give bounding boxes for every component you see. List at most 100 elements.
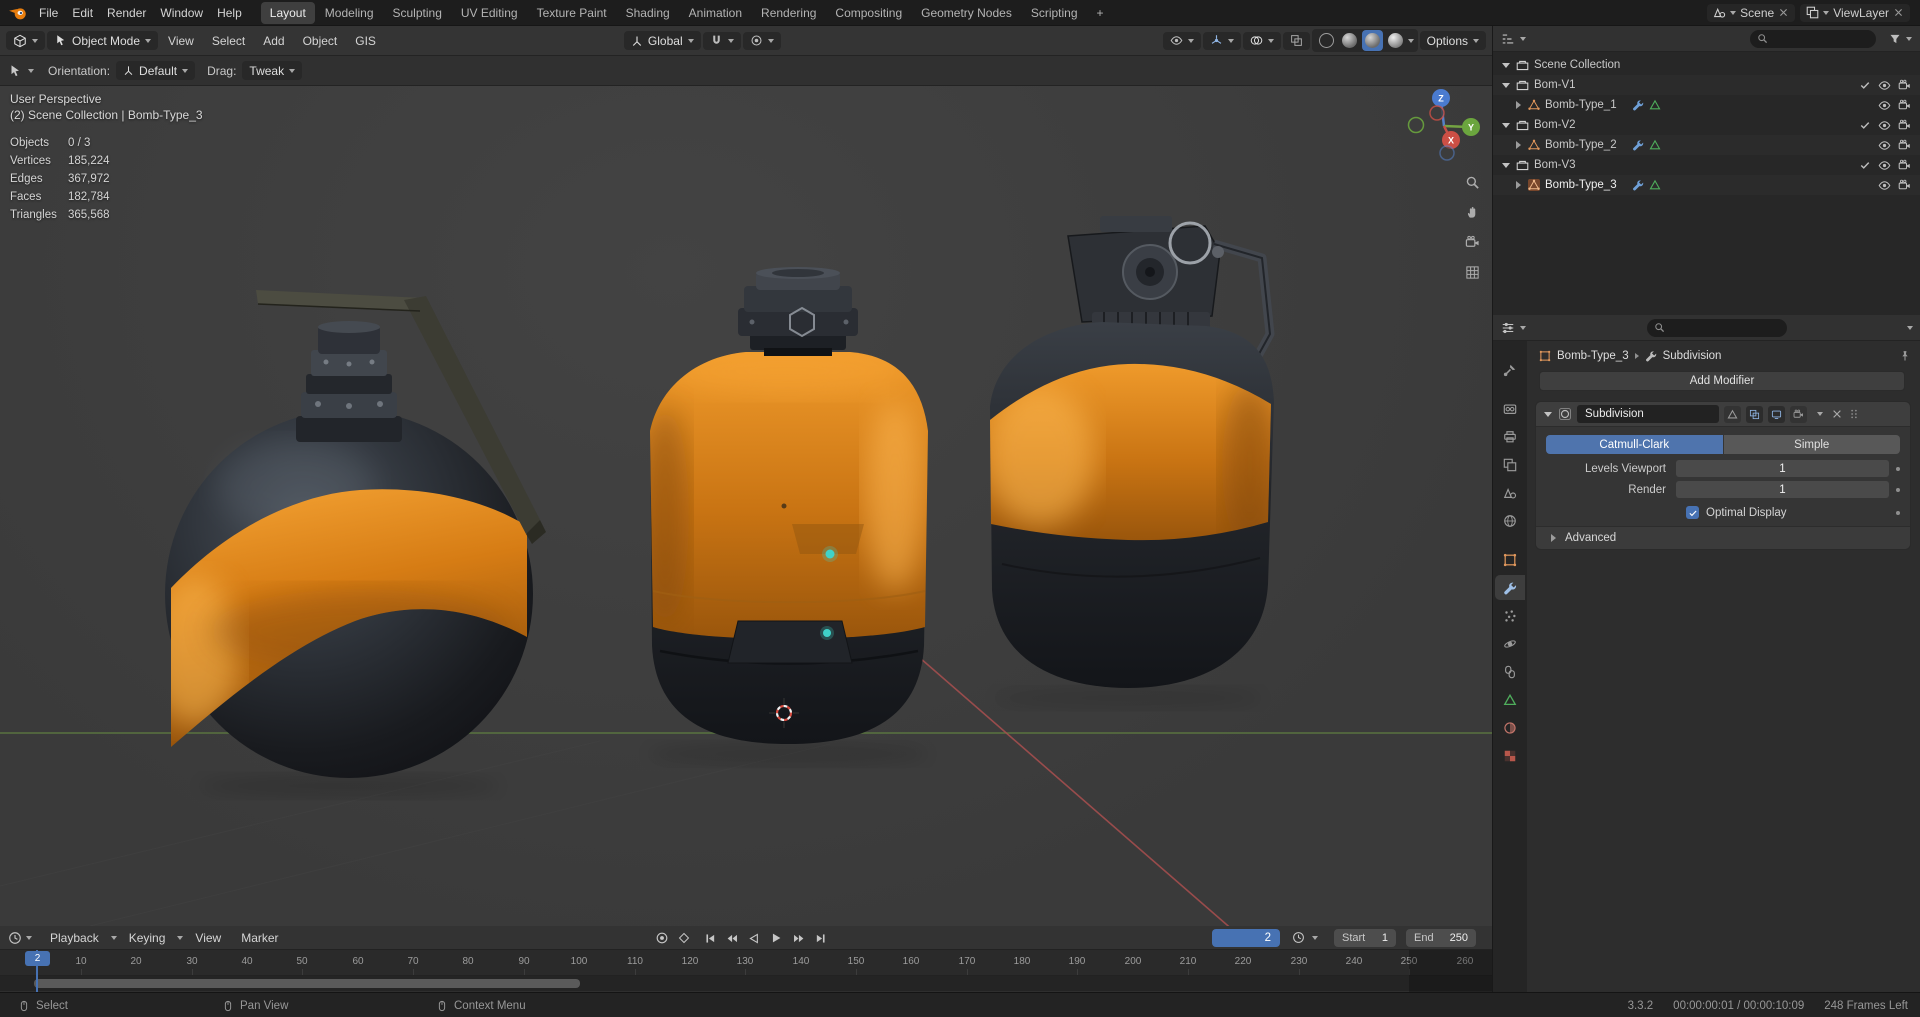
mesh-data-icon[interactable] <box>1649 99 1661 111</box>
catmull-clark-button[interactable]: Catmull-Clark <box>1546 435 1723 454</box>
tab-output-properties[interactable] <box>1495 424 1525 449</box>
grenade-model-3[interactable] <box>985 216 1278 709</box>
grenade-model-1[interactable] <box>150 290 546 798</box>
tab-world-properties[interactable] <box>1495 508 1525 533</box>
disable-in-render-camera-icon[interactable] <box>1898 159 1911 172</box>
tab-shading[interactable]: Shading <box>617 2 679 24</box>
tab-view-layer-properties[interactable] <box>1495 452 1525 477</box>
active-tool-icon[interactable] <box>8 64 22 78</box>
shading-wireframe-button[interactable] <box>1316 30 1337 51</box>
toggle-ortho-button[interactable] <box>1460 260 1484 284</box>
unlink-scene-icon[interactable] <box>1778 7 1789 18</box>
timeline-editor-icon[interactable] <box>8 931 22 945</box>
scene-selector[interactable]: Scene <box>1707 3 1796 22</box>
disclosure-triangle-icon[interactable] <box>1513 100 1523 110</box>
jump-next-keyframe-button[interactable] <box>788 929 808 947</box>
outliner-row-object[interactable]: Bomb-Type_2 <box>1493 135 1920 155</box>
outliner-row-object-active[interactable]: Bomb-Type_3 <box>1493 175 1920 195</box>
menu-object[interactable]: Object <box>295 31 346 51</box>
tab-uv-editing[interactable]: UV Editing <box>452 2 527 24</box>
gizmo-neg-z-handle[interactable] <box>1439 145 1455 161</box>
timeline-scrollbar[interactable] <box>34 979 580 988</box>
filter-icon[interactable] <box>1889 33 1901 45</box>
disclosure-triangle-icon[interactable] <box>1501 60 1511 70</box>
disclosure-triangle-icon[interactable] <box>1513 140 1523 150</box>
frame-display-clock-icon[interactable] <box>1288 929 1308 947</box>
mesh-data-icon[interactable] <box>1649 139 1661 151</box>
remove-view-layer-icon[interactable] <box>1893 7 1904 18</box>
outliner-search-input[interactable] <box>1773 32 1865 45</box>
tab-sculpting[interactable]: Sculpting <box>384 2 451 24</box>
modifier-wrench-icon[interactable] <box>1632 179 1644 191</box>
drag-setting-dropdown[interactable]: Tweak <box>242 61 303 80</box>
hide-in-viewport-eye-icon[interactable] <box>1878 119 1891 132</box>
tab-rendering[interactable]: Rendering <box>752 2 825 24</box>
disable-in-render-camera-icon[interactable] <box>1898 79 1911 92</box>
modifier-edit-mode-toggle[interactable] <box>1746 405 1763 423</box>
properties-editor-icon[interactable] <box>1501 321 1515 335</box>
keying-set-icon[interactable] <box>674 929 694 947</box>
outliner-row-collection[interactable]: Bom-V1 <box>1493 75 1920 95</box>
hide-in-viewport-eye-icon[interactable] <box>1878 99 1891 112</box>
disclosure-triangle-icon[interactable] <box>1501 120 1511 130</box>
simple-button[interactable]: Simple <box>1723 435 1900 454</box>
camera-view-button[interactable] <box>1460 230 1484 254</box>
tab-layout[interactable]: Layout <box>260 1 315 24</box>
exclude-checkbox-icon[interactable] <box>1859 119 1871 131</box>
panel-disclosure-icon[interactable] <box>1543 409 1553 419</box>
menu-keying[interactable]: Keying <box>121 928 174 948</box>
optimal-display-checkbox[interactable] <box>1686 506 1699 519</box>
tab-object-properties[interactable] <box>1495 547 1525 572</box>
orientation-setting-dropdown[interactable]: Default <box>116 61 196 80</box>
timeline-ruler[interactable]: 10 20 30 40 50 60 70 80 90 100 110 120 1… <box>0 950 1492 976</box>
modifier-name-field[interactable]: Subdivision <box>1577 405 1719 423</box>
menu-help[interactable]: Help <box>210 3 249 23</box>
start-frame-field[interactable]: Start 1 <box>1334 929 1396 947</box>
options-dropdown[interactable]: Options <box>1419 31 1486 50</box>
jump-prev-keyframe-button[interactable] <box>722 929 742 947</box>
outliner-editor-icon[interactable] <box>1501 32 1515 46</box>
viewport-scene[interactable]: Z Y X <box>0 86 1492 926</box>
menu-edit[interactable]: Edit <box>65 3 100 23</box>
tab-tool-properties[interactable] <box>1495 357 1525 382</box>
exclude-checkbox-icon[interactable] <box>1859 159 1871 171</box>
modifier-panel-header[interactable]: Subdivision <box>1536 402 1910 427</box>
jump-to-end-button[interactable] <box>810 929 830 947</box>
animate-property-dot[interactable] <box>1896 510 1900 515</box>
play-button[interactable] <box>766 929 786 947</box>
delete-modifier-icon[interactable] <box>1831 408 1843 420</box>
shading-solid-button[interactable] <box>1339 30 1360 51</box>
tab-object-data-properties[interactable] <box>1495 687 1525 712</box>
menu-gis[interactable]: GIS <box>347 31 384 51</box>
show-gizmo-dropdown[interactable] <box>1202 31 1241 50</box>
disclosure-triangle-icon[interactable] <box>1513 180 1523 190</box>
disable-in-render-camera-icon[interactable] <box>1898 139 1911 152</box>
menu-marker[interactable]: Marker <box>233 928 286 948</box>
tab-modeling[interactable]: Modeling <box>316 2 383 24</box>
hide-in-viewport-eye-icon[interactable] <box>1878 79 1891 92</box>
end-frame-field[interactable]: End 250 <box>1406 929 1476 947</box>
animate-property-dot[interactable] <box>1896 487 1900 492</box>
menu-file[interactable]: File <box>32 3 65 23</box>
show-overlays-dropdown[interactable] <box>1242 31 1281 50</box>
object-visibility-dropdown[interactable] <box>1162 31 1201 50</box>
tab-constraint-properties[interactable] <box>1495 659 1525 684</box>
render-levels-field[interactable]: 1 <box>1676 481 1889 498</box>
navigation-gizmo[interactable]: Z Y X <box>1407 89 1481 161</box>
blender-logo-icon[interactable] <box>8 5 28 21</box>
tab-geometry-nodes[interactable]: Geometry Nodes <box>912 2 1021 24</box>
menu-window[interactable]: Window <box>153 3 210 23</box>
hide-in-viewport-eye-icon[interactable] <box>1878 139 1891 152</box>
xray-toggle[interactable] <box>1282 31 1310 50</box>
snap-toggle-group[interactable] <box>702 31 741 50</box>
disable-in-render-camera-icon[interactable] <box>1898 99 1911 112</box>
hide-in-viewport-eye-icon[interactable] <box>1878 179 1891 192</box>
outliner-row-collection[interactable]: Bom-V3 <box>1493 155 1920 175</box>
breadcrumb-object[interactable]: Bomb-Type_3 <box>1557 350 1629 362</box>
gizmo-neg-x-handle[interactable] <box>1429 105 1445 121</box>
tab-scripting[interactable]: Scripting <box>1022 2 1087 24</box>
view-layer-selector[interactable]: ViewLayer <box>1800 3 1910 22</box>
modifier-render-toggle[interactable] <box>1790 405 1807 423</box>
outliner-search[interactable] <box>1750 29 1876 48</box>
modifier-wrench-icon[interactable] <box>1632 99 1644 111</box>
